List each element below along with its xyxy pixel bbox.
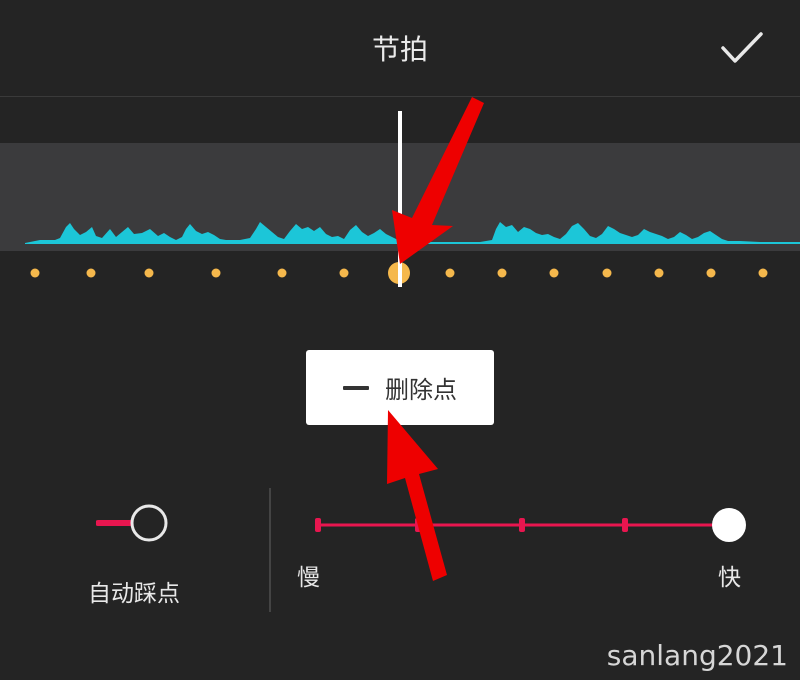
auto-beat-label: 自动踩点 bbox=[88, 581, 180, 607]
beat-dot[interactable] bbox=[549, 268, 559, 278]
speed-fast-label: 快 bbox=[718, 565, 741, 591]
beat-dot[interactable] bbox=[211, 268, 221, 278]
beat-dot[interactable] bbox=[654, 268, 664, 278]
auto-beat-toggle[interactable] bbox=[96, 503, 170, 543]
beat-dot[interactable] bbox=[144, 268, 154, 278]
slider-tick bbox=[415, 518, 421, 532]
speed-slider[interactable] bbox=[300, 505, 760, 545]
delete-point-button[interactable]: 删除点 bbox=[306, 350, 494, 425]
beat-dot[interactable] bbox=[497, 268, 507, 278]
checkmark-icon[interactable] bbox=[720, 30, 764, 66]
beat-dot[interactable] bbox=[602, 268, 612, 278]
page-title: 节拍 bbox=[371, 33, 428, 66]
top-bar: 节拍 bbox=[0, 0, 800, 97]
divider bbox=[269, 488, 271, 612]
beat-dot[interactable] bbox=[339, 268, 349, 278]
slider-tick bbox=[315, 518, 321, 532]
delete-point-label: 删除点 bbox=[385, 376, 457, 404]
arrow-to-delete-button bbox=[387, 410, 447, 581]
playhead-cursor[interactable] bbox=[398, 111, 402, 287]
minus-icon bbox=[343, 385, 369, 390]
beat-dot[interactable] bbox=[758, 268, 768, 278]
slider-tick bbox=[519, 518, 525, 532]
beat-dot[interactable] bbox=[30, 268, 40, 278]
beat-dot[interactable] bbox=[86, 268, 96, 278]
slider-tick bbox=[622, 518, 628, 532]
beat-dot[interactable] bbox=[706, 268, 716, 278]
slider-thumb bbox=[712, 508, 746, 542]
watermark-text: sanlang2021 bbox=[606, 639, 788, 672]
speed-slow-label: 慢 bbox=[297, 565, 320, 591]
beat-dot[interactable] bbox=[277, 268, 287, 278]
beat-dot[interactable] bbox=[445, 268, 455, 278]
